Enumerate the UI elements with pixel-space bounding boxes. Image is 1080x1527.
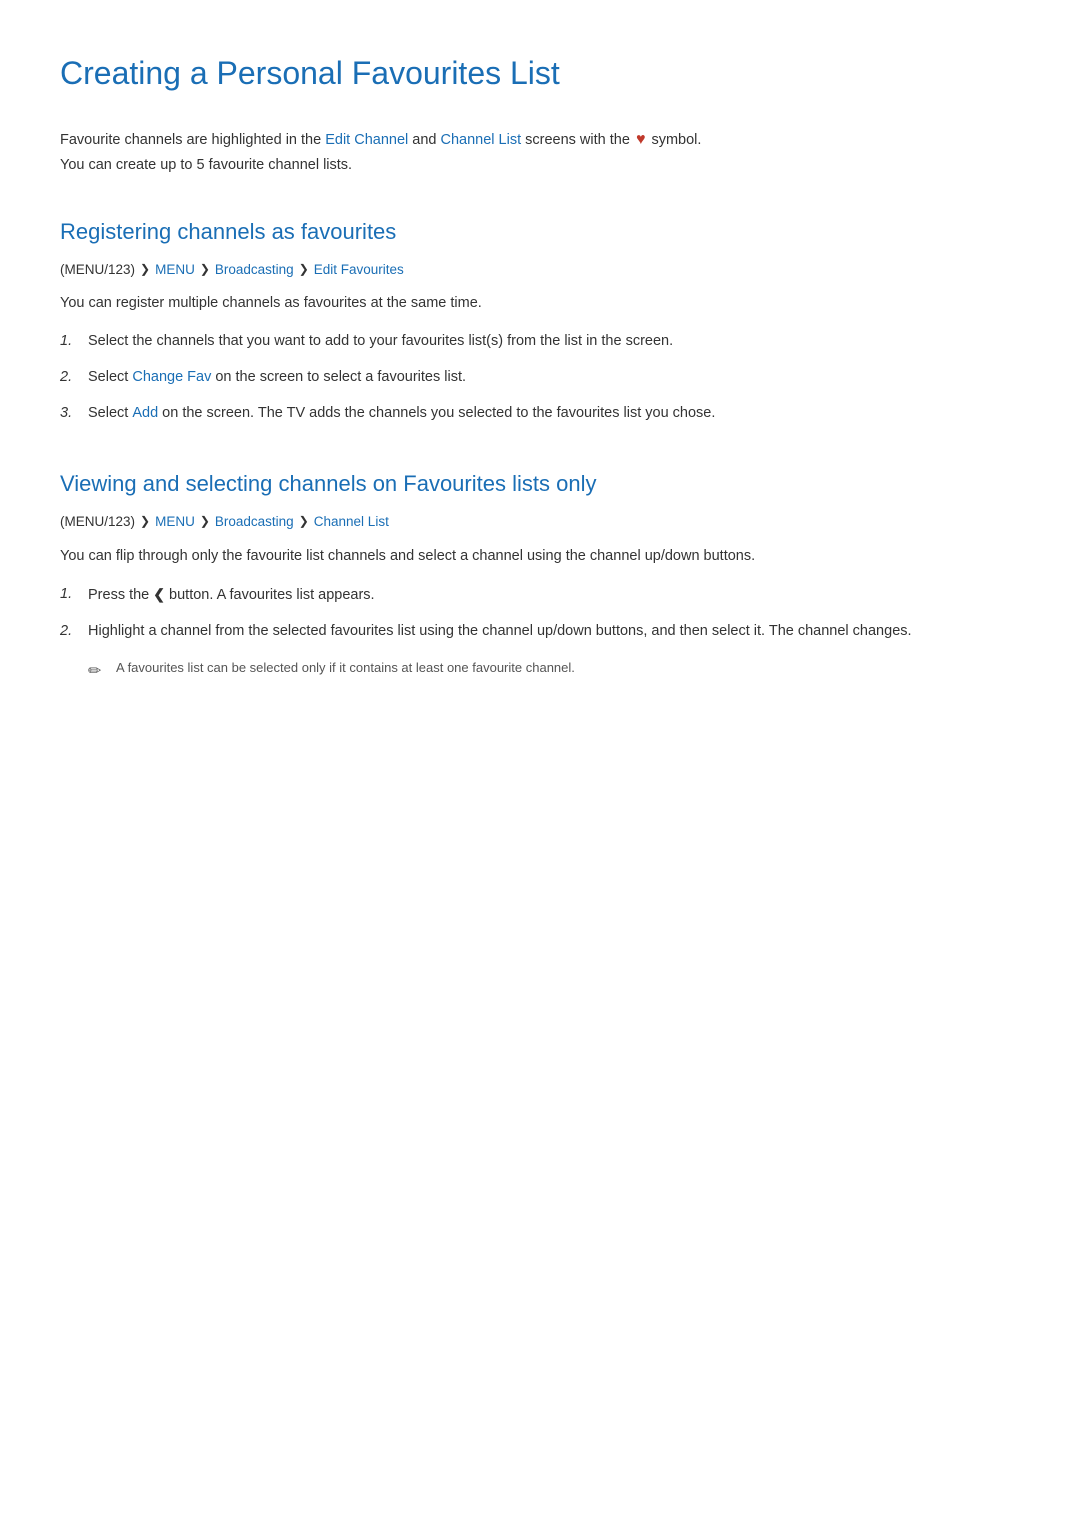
step2-2-text: Highlight a channel from the selected fa… <box>88 620 1020 644</box>
step1-2-text: Select Change Fav on the screen to selec… <box>88 366 1020 390</box>
breadcrumb2-arrow2: ❯ <box>200 512 210 531</box>
intro-text-after: screens with the <box>521 132 630 148</box>
step1-3-number: 3. <box>60 402 88 426</box>
breadcrumb2-part3: Broadcasting <box>215 511 294 533</box>
step1-2-before: Select <box>88 369 132 385</box>
note-block: ✏ A favourites list can be selected only… <box>88 658 1020 685</box>
breadcrumb1-part4: Edit Favourites <box>314 259 404 281</box>
pencil-icon: ✏ <box>88 659 108 685</box>
chevron-left-icon: ❮ <box>153 586 165 602</box>
add-link[interactable]: Add <box>132 405 158 421</box>
breadcrumb2-part1: (MENU/123) <box>60 511 135 533</box>
step2-1-number: 1. <box>60 583 88 607</box>
section1-desc: You can register multiple channels as fa… <box>60 292 1020 316</box>
step2-1-before: Press the <box>88 587 153 603</box>
step1-2-after: on the screen to select a favourites lis… <box>211 369 466 385</box>
step2-1-text: Press the ❮ button. A favourites list ap… <box>88 583 1020 608</box>
breadcrumb2-arrow1: ❯ <box>140 512 150 531</box>
breadcrumb1-part3: Broadcasting <box>215 259 294 281</box>
edit-channel-link[interactable]: Edit Channel <box>325 132 408 148</box>
step1-2-number: 2. <box>60 366 88 390</box>
step2-2-number: 2. <box>60 620 88 644</box>
breadcrumb1-arrow3: ❯ <box>299 260 309 279</box>
note-text: A favourites list can be selected only i… <box>116 658 575 678</box>
step1-1-number: 1. <box>60 330 88 354</box>
intro-text-middle: and <box>408 132 440 148</box>
step2-2: 2. Highlight a channel from the selected… <box>60 620 1020 644</box>
section2-breadcrumb: (MENU/123) ❯ MENU ❯ Broadcasting ❯ Chann… <box>60 511 1020 533</box>
section2-title: Viewing and selecting channels on Favour… <box>60 466 1020 501</box>
step1-3: 3. Select Add on the screen. The TV adds… <box>60 402 1020 426</box>
breadcrumb1-arrow1: ❯ <box>140 260 150 279</box>
intro-text-before: Favourite channels are highlighted in th… <box>60 132 325 148</box>
step1-3-after: on the screen. The TV adds the channels … <box>158 405 715 421</box>
step1-3-text: Select Add on the screen. The TV adds th… <box>88 402 1020 426</box>
breadcrumb1-arrow2: ❯ <box>200 260 210 279</box>
intro-line2: You can create up to 5 favourite channel… <box>60 157 352 173</box>
section1-steps: 1. Select the channels that you want to … <box>60 330 1020 426</box>
section1-title: Registering channels as favourites <box>60 214 1020 249</box>
breadcrumb2-part4: Channel List <box>314 511 389 533</box>
step1-2: 2. Select Change Fav on the screen to se… <box>60 366 1020 390</box>
intro-text-end: symbol. <box>647 132 701 148</box>
step1-1: 1. Select the channels that you want to … <box>60 330 1020 354</box>
step1-1-text: Select the channels that you want to add… <box>88 330 1020 354</box>
section-viewing: Viewing and selecting channels on Favour… <box>60 466 1020 684</box>
page-title: Creating a Personal Favourites List <box>60 48 1020 99</box>
breadcrumb1-part1: (MENU/123) <box>60 259 135 281</box>
intro-paragraph: Favourite channels are highlighted in th… <box>60 127 1020 177</box>
step1-3-before: Select <box>88 405 132 421</box>
heart-icon: ♥ <box>636 131 646 148</box>
section2-steps: 1. Press the ❮ button. A favourites list… <box>60 583 1020 644</box>
channel-list-link[interactable]: Channel List <box>440 132 521 148</box>
breadcrumb1-part2: MENU <box>155 259 195 281</box>
section2-desc: You can flip through only the favourite … <box>60 545 1020 569</box>
breadcrumb2-arrow3: ❯ <box>299 512 309 531</box>
section-registering: Registering channels as favourites (MENU… <box>60 214 1020 426</box>
breadcrumb2-part2: MENU <box>155 511 195 533</box>
step2-1: 1. Press the ❮ button. A favourites list… <box>60 583 1020 608</box>
change-fav-link[interactable]: Change Fav <box>132 369 211 385</box>
section1-breadcrumb: (MENU/123) ❯ MENU ❯ Broadcasting ❯ Edit … <box>60 259 1020 281</box>
step2-1-after: button. A favourites list appears. <box>165 587 375 603</box>
